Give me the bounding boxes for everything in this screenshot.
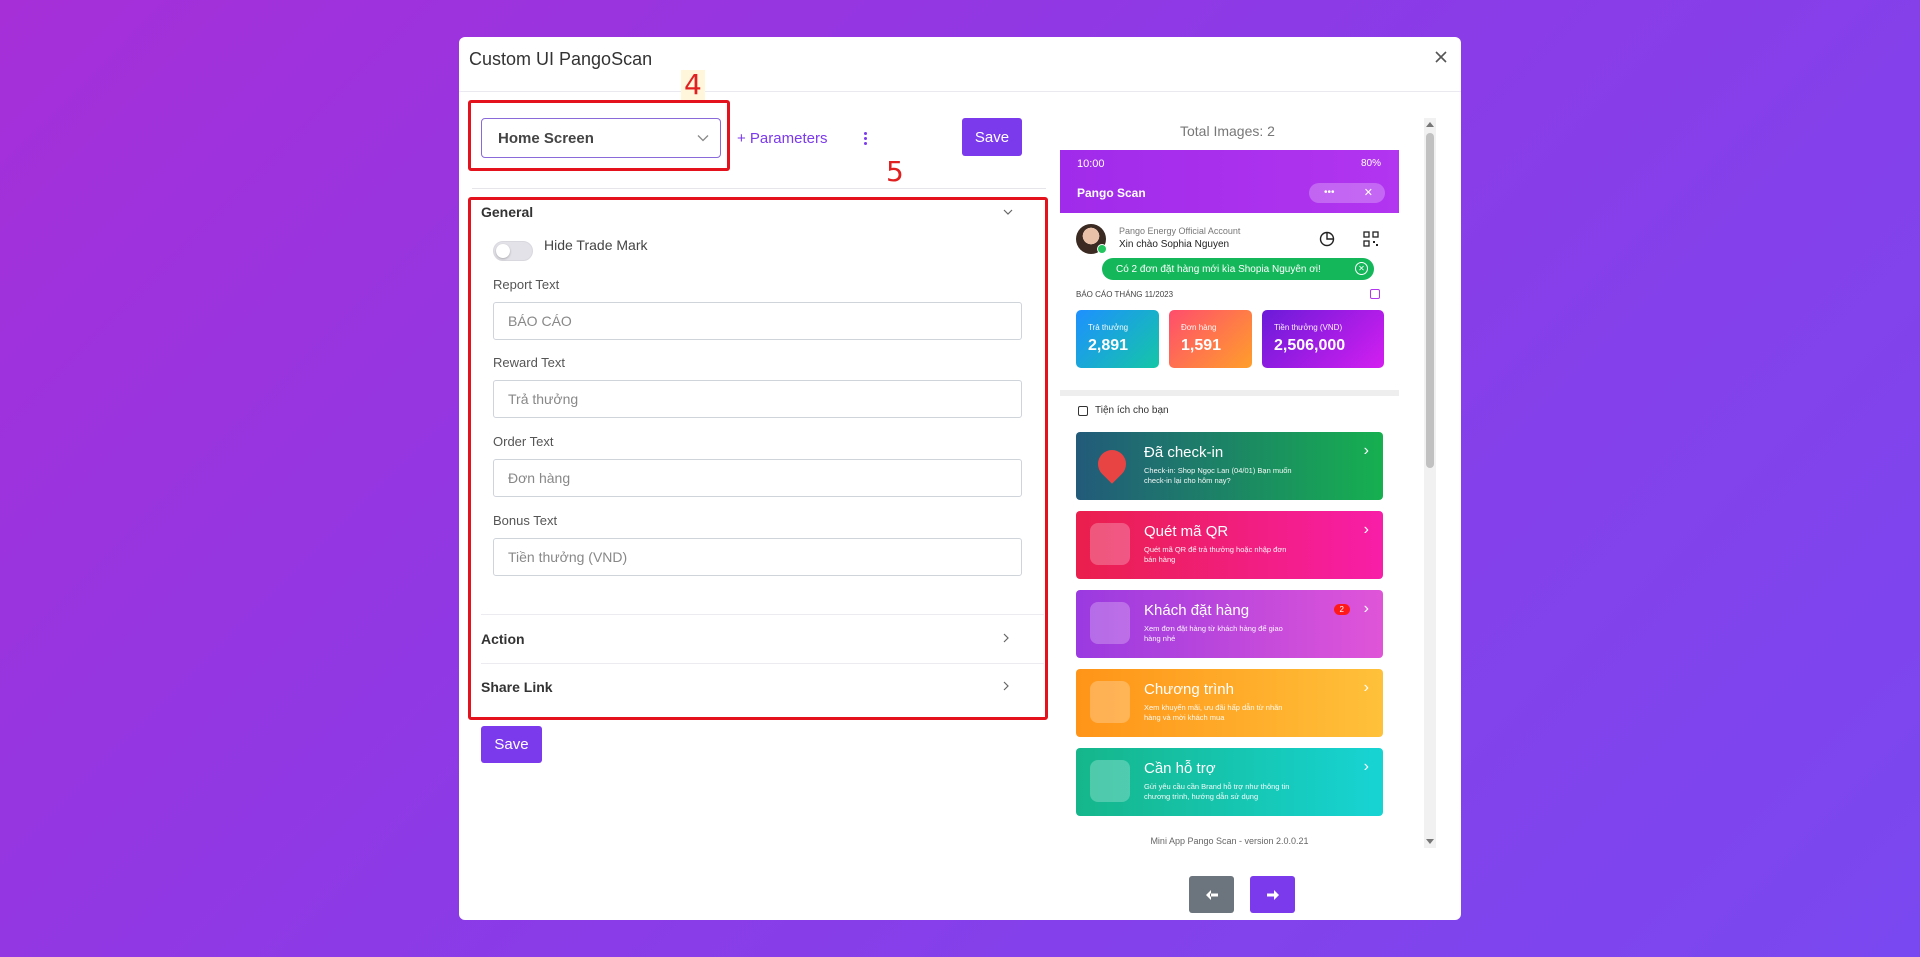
- reward-text-input[interactable]: [493, 380, 1022, 418]
- more-icon: •••: [1324, 187, 1335, 198]
- modal-title: Custom UI PangoScan: [469, 49, 653, 69]
- card-checkin: Đã check-in Check-in: Shop Ngọc Lan (04/…: [1076, 432, 1383, 500]
- toggle-knob: [496, 244, 510, 258]
- accordion-share-link-header[interactable]: Share Link: [481, 679, 553, 695]
- card-programs: Chương trình Xem khuyến mãi, ưu đãi hấp …: [1076, 669, 1383, 737]
- new-order-notice: Có 2 đơn đặt hàng mới kìa Shopia Nguyên …: [1102, 258, 1374, 280]
- previous-image-button[interactable]: [1189, 876, 1234, 913]
- card-title: Quét mã QR: [1144, 523, 1229, 540]
- more-options-icon[interactable]: [861, 132, 869, 150]
- miniapp-capsule: ••• ✕: [1309, 183, 1385, 203]
- notice-text: Có 2 đơn đặt hàng mới kìa Shopia Nguyên …: [1116, 263, 1321, 275]
- pie-chart-icon: [1319, 231, 1335, 247]
- scroll-down-arrow-icon[interactable]: [1426, 839, 1434, 844]
- stat-label: Trả thưởng: [1088, 323, 1129, 332]
- annotation-label-5: 5: [886, 155, 904, 188]
- card-title: Cần hỗ trợ: [1144, 760, 1216, 777]
- next-image-button[interactable]: [1250, 876, 1295, 913]
- bonus-text-input[interactable]: [493, 538, 1022, 576]
- screen-select-value: Home Screen: [498, 129, 594, 147]
- grid-icon: [1078, 406, 1088, 416]
- divider: [481, 614, 1044, 615]
- chevron-right-icon: ›: [1363, 679, 1369, 696]
- card-scan-qr: Quét mã QR Quét mã QR để trả thưởng hoặc…: [1076, 511, 1383, 579]
- chevron-up-icon[interactable]: [1002, 206, 1014, 218]
- calendar-icon: [1370, 289, 1380, 299]
- divider: [481, 663, 1044, 664]
- chevron-right-icon[interactable]: [1000, 680, 1012, 692]
- reward-text-label: Reward Text: [493, 355, 566, 370]
- greeting: Xin chào Sophia Nguyen: [1119, 239, 1230, 250]
- arrow-left-icon: [1205, 889, 1218, 900]
- card-title: Chương trình: [1144, 681, 1234, 698]
- order-list-icon: [1090, 602, 1130, 644]
- preview-scrollbar[interactable]: [1424, 118, 1436, 848]
- stat-value: 1,591: [1181, 337, 1222, 354]
- card-title: Đã check-in: [1144, 444, 1224, 461]
- chevron-right-icon: ›: [1363, 600, 1369, 617]
- report-title: BÁO CÁO THÁNG 11/2023: [1076, 290, 1174, 299]
- utilities-title: Tiện ích cho bạn: [1095, 405, 1169, 416]
- total-images-label: Total Images: 2: [1180, 123, 1275, 139]
- order-count-badge: 2: [1333, 604, 1350, 615]
- save-button-top[interactable]: Save: [962, 118, 1022, 156]
- card-customer-orders: Khách đặt hàng Xem đơn đặt hàng từ khách…: [1076, 590, 1383, 658]
- close-icon[interactable]: [1429, 45, 1453, 69]
- close-icon: ✕: [1355, 262, 1368, 275]
- avatar: [1076, 224, 1107, 254]
- status-battery: 80%: [1360, 158, 1381, 169]
- account-name: Pango Energy Official Account: [1119, 226, 1241, 236]
- chevron-right-icon[interactable]: [1000, 632, 1012, 644]
- close-icon: ✕: [1363, 187, 1373, 199]
- order-text-input[interactable]: [493, 459, 1022, 497]
- hide-trade-mark-toggle[interactable]: [493, 241, 533, 261]
- bonus-text-label: Bonus Text: [493, 513, 558, 528]
- qr-scanner-icon: [1090, 523, 1130, 565]
- scroll-up-arrow-icon[interactable]: [1426, 122, 1434, 127]
- chevron-right-icon: ›: [1363, 442, 1369, 459]
- qr-code-icon: [1363, 231, 1379, 247]
- app-header: 10:00 80% Pango Scan ••• ✕: [1060, 150, 1399, 213]
- card-desc: Xem khuyến mãi, ưu đãi hấp dẫn từ nhãn h…: [1144, 703, 1283, 722]
- section-separator: [1060, 390, 1399, 396]
- chevron-right-icon: ›: [1363, 758, 1369, 775]
- location-pin-icon: [1092, 444, 1132, 484]
- chevron-down-icon: [697, 135, 709, 142]
- report-text-label: Report Text: [493, 277, 560, 292]
- scrollbar-thumb[interactable]: [1426, 133, 1434, 468]
- card-title: Khách đặt hàng: [1144, 602, 1250, 619]
- stat-card-reward: Trả thưởng 2,891: [1076, 310, 1159, 368]
- stat-value: 2,506,000: [1274, 337, 1346, 354]
- chevron-right-icon: ›: [1363, 521, 1369, 538]
- divider: [472, 188, 1046, 189]
- accordion-action-header[interactable]: Action: [481, 631, 525, 647]
- app-version: Mini App Pango Scan - version 2.0.0.21: [1150, 836, 1309, 846]
- card-desc: Xem đơn đặt hàng từ khách hàng để giao h…: [1144, 624, 1283, 643]
- phone-preview: 10:00 80% Pango Scan ••• ✕ Pango Energy …: [1060, 150, 1399, 850]
- stat-card-bonus: Tiền thưởng (VND) 2,506,000: [1262, 310, 1384, 368]
- custom-ui-modal: Custom UI PangoScan 4 Home Screen + Para…: [459, 37, 1461, 920]
- report-text-input[interactable]: [493, 302, 1022, 340]
- app-name: Pango Scan: [1077, 186, 1146, 200]
- card-desc: Check-in: Shop Ngọc Lan (04/01) Bạn muốn…: [1144, 466, 1292, 485]
- annotation-label-4: 4: [681, 70, 705, 100]
- stat-card-orders: Đơn hàng 1,591: [1169, 310, 1252, 368]
- stat-label: Tiền thưởng (VND): [1274, 323, 1343, 332]
- stat-value: 2,891: [1088, 337, 1129, 354]
- stat-label: Đơn hàng: [1181, 323, 1217, 332]
- status-time: 10:00: [1077, 158, 1105, 170]
- add-parameters-link[interactable]: + Parameters: [737, 130, 827, 147]
- card-support: Cần hỗ trợ Gửi yêu cầu cần Brand hỗ trợ …: [1076, 748, 1383, 816]
- megaphone-icon: [1090, 681, 1130, 723]
- accordion-general-header[interactable]: General: [481, 204, 533, 220]
- card-desc: Quét mã QR để trả thưởng hoặc nhập đơn b…: [1144, 545, 1287, 564]
- arrow-right-icon: [1266, 889, 1279, 900]
- hide-trade-mark-label: Hide Trade Mark: [544, 237, 648, 253]
- modal-header: Custom UI PangoScan: [459, 37, 1461, 92]
- card-desc: Gửi yêu cầu cần Brand hỗ trợ như thông t…: [1144, 782, 1290, 801]
- screen-select[interactable]: Home Screen: [481, 118, 721, 158]
- chat-bubble-icon: [1090, 760, 1130, 802]
- save-button-bottom[interactable]: Save: [481, 726, 542, 763]
- order-text-label: Order Text: [493, 434, 554, 449]
